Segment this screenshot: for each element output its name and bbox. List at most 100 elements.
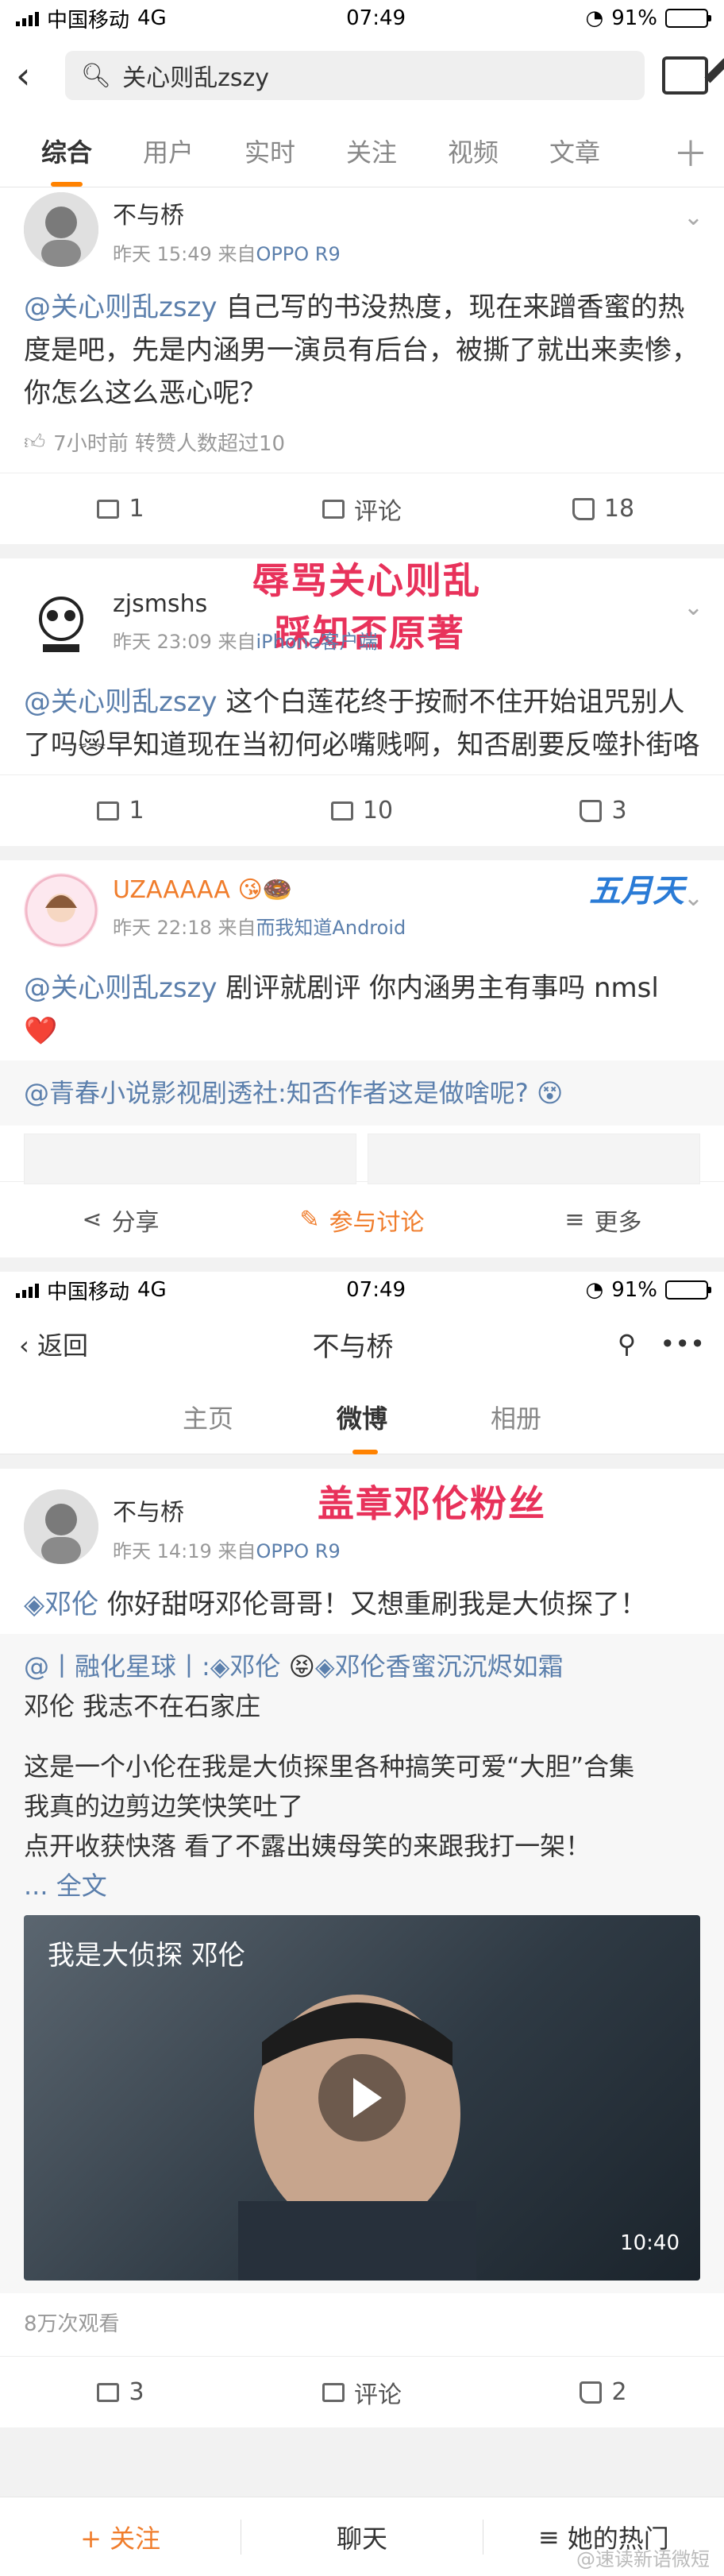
quote-spacer	[24, 1726, 700, 1747]
username[interactable]: zjsmshs	[113, 590, 377, 618]
battery-icon	[664, 9, 711, 28]
carrier-label: 中国移动	[47, 8, 130, 33]
post-text: ◈邓伦 你好甜呀邓伦哥哥！又想重刷我是大侦探了！	[0, 1564, 724, 1634]
bottom-bar: + 关注 聊天 ≡ 她的热门 @速读新语微短	[0, 2497, 724, 2576]
chevron-down-icon[interactable]: ⌄	[684, 203, 703, 231]
mention-link[interactable]: @关心则乱zszy	[24, 686, 218, 718]
video-player[interactable]: 我是大侦探 邓伦 10:40	[24, 1915, 700, 2281]
tab-users[interactable]: 用户	[117, 133, 219, 169]
back-chevron-icon[interactable]: ‹	[16, 54, 48, 97]
post-hot-note: 👍︎ 7小时前 转赞人数超过10	[0, 423, 724, 473]
username[interactable]: 不与桥	[113, 195, 341, 230]
repost-thumbnail[interactable]	[24, 1134, 356, 1184]
back-button[interactable]: ‹ 返回	[19, 1326, 88, 1362]
status-bar: 中国移动 4G 07:49 ◔ 91%	[0, 1272, 724, 1308]
like-button[interactable]: 2	[483, 2378, 724, 2406]
chat-button[interactable]: 聊天	[241, 2519, 482, 2555]
post-header: zjsmshs 昨天 23:09 来自iPhone客户端 ⌄	[0, 558, 724, 662]
more-button[interactable]: ≡ 更多	[483, 1203, 724, 1238]
status-bar: 中国移动 4G 07:49 ◔ 91%	[0, 0, 724, 37]
tab-home[interactable]: 主页	[183, 1399, 233, 1435]
add-tab-icon[interactable]: ＋	[673, 126, 708, 176]
quote-tag[interactable]: 邓伦	[229, 1651, 280, 1682]
mention-link[interactable]: @关心则乱zszy	[24, 292, 218, 323]
search-header: ‹ 🔍︎ 关心则乱zszy	[0, 37, 724, 114]
like-button[interactable]: 3	[483, 797, 724, 825]
quote-line: 点开收获快落 看了不露出姨母笑的来跟我打一架！	[24, 1831, 591, 1861]
expand-link[interactable]: ... 全文	[24, 1866, 700, 1906]
follow-button[interactable]: + 关注	[0, 2519, 241, 2555]
post-card: 辱骂关心则乱 踩知否原著 zjsmshs 昨天 23:09 来自iPhone客户…	[0, 558, 724, 846]
menu-icon: ≡	[564, 1206, 585, 1234]
play-button-icon[interactable]	[318, 2054, 406, 2142]
discuss-button[interactable]: ✎ 参与讨论	[241, 1203, 483, 1238]
signal-icon	[16, 1282, 39, 1298]
mention-link[interactable]: @关心则乱zszy	[24, 972, 218, 1004]
quote-line: 邓伦 我志不在石家庄	[24, 1691, 261, 1721]
repost-block[interactable]: @丨融化星球丨:◈邓伦 😝◈邓伦香蜜沉沉烬如霜 邓伦 我志不在石家庄 这是一个小…	[0, 1634, 724, 2293]
post-source[interactable]: iPhone客户端	[256, 631, 377, 653]
search-icon[interactable]: ⚲	[618, 1329, 636, 1359]
repost-button[interactable]: 1	[0, 495, 241, 523]
tab-realtime[interactable]: 实时	[219, 133, 321, 169]
quote-tag[interactable]: 邓伦香蜜沉沉烬如霜	[335, 1651, 564, 1682]
tab-article[interactable]: 文章	[524, 133, 626, 169]
post-text: @关心则乱zszy 剧评就剧评 你内涵男主有事吗 nmsl ❤️	[0, 948, 724, 1060]
repost-thumbnail[interactable]	[368, 1134, 700, 1184]
comment-button[interactable]: 评论	[241, 2375, 483, 2410]
username[interactable]: UZAAAAA 😘🍩	[113, 876, 406, 904]
avatar[interactable]	[24, 192, 98, 267]
like-button[interactable]: 18	[483, 495, 724, 523]
post-source[interactable]: OPPO R9	[256, 243, 340, 265]
carrier-label: 中国移动	[47, 1280, 130, 1304]
share-button[interactable]: ⋖ 分享	[0, 1203, 241, 1238]
chevron-down-icon[interactable]: ⌄	[684, 884, 703, 912]
edit-icon: ✎	[299, 1206, 320, 1234]
search-input[interactable]: 🔍︎ 关心则乱zszy	[65, 51, 645, 100]
comment-count: 10	[362, 797, 394, 825]
watermark: @速读新语微短	[576, 2548, 710, 2570]
avatar[interactable]	[24, 1489, 98, 1564]
tab-following[interactable]: 关注	[321, 133, 422, 169]
post-hot-text: 7小时前 转赞人数超过10	[53, 432, 286, 456]
username[interactable]: 不与桥	[113, 1493, 341, 1527]
profile-nav: ‹ 返回 不与桥 ⚲ •••	[0, 1308, 724, 1380]
comment-button[interactable]: 10	[241, 797, 483, 825]
post-header: 不与桥 昨天 14:19 来自OPPO R9	[0, 1469, 724, 1564]
battery-label: 91%	[611, 6, 657, 30]
more-dots-icon[interactable]: •••	[660, 1329, 705, 1359]
tab-weibo[interactable]: 微博	[337, 1399, 387, 1454]
post-source[interactable]: OPPO R9	[256, 1540, 340, 1562]
like-count: 3	[611, 797, 627, 825]
avatar[interactable]	[24, 587, 98, 662]
post-header: UZAAAAA 😘🍩 昨天 22:18 来自而我知道Android ⌄	[0, 860, 724, 948]
view-count: 8万次观看	[24, 2312, 120, 2336]
post-source[interactable]: 而我知道Android	[256, 917, 406, 939]
quote-line: 我真的边剪边笑快笑吐了	[24, 1791, 304, 1821]
repost-button[interactable]: 3	[0, 2378, 241, 2406]
quote-line: @丨融化星球丨:◈邓伦 😝◈邓伦香蜜沉沉烬如霜	[24, 1647, 700, 1686]
chevron-down-icon[interactable]: ⌄	[684, 593, 703, 621]
tab-综合[interactable]: 综合	[16, 133, 117, 187]
repost-button[interactable]: 1	[0, 797, 241, 825]
super-topic-link[interactable]: ◈邓伦	[24, 1589, 98, 1620]
video-duration: 10:40	[620, 2231, 680, 2255]
post-header: 不与桥 昨天 15:49 来自OPPO R9 ⌄	[0, 187, 724, 267]
avatar[interactable]	[24, 873, 98, 948]
tab-video[interactable]: 视频	[422, 133, 524, 169]
repost-block[interactable]: @青春小说影视剧透社:知否作者这是做啥呢? 😵	[0, 1060, 724, 1126]
tab-album[interactable]: 相册	[491, 1399, 541, 1435]
avatar-photo-icon	[24, 1489, 98, 1564]
post-time: 昨天 14:19	[113, 1540, 212, 1562]
back-label: 返回	[37, 1330, 88, 1361]
topic-icon: ◈	[314, 1651, 335, 1682]
post-actions: ⋖ 分享 ✎ 参与讨论 ≡ 更多	[0, 1181, 724, 1257]
compose-icon[interactable]	[662, 56, 708, 95]
quote-user[interactable]: @丨融化星球丨:	[24, 1651, 210, 1682]
comment-button[interactable]: 评论	[241, 492, 483, 527]
clock: 07:49	[346, 6, 406, 30]
like-icon	[572, 497, 595, 520]
post-actions: 1 10 3	[0, 774, 724, 846]
post-text: @关心则乱zszy 这个白莲花终于按耐不住开始诅咒别人了吗😿早知道现在当初何必嘴…	[0, 662, 724, 774]
post-text: @关心则乱zszy 自己写的书没热度，现在来蹭香蜜的热度是吧，先是内涵男一演员有…	[0, 267, 724, 423]
